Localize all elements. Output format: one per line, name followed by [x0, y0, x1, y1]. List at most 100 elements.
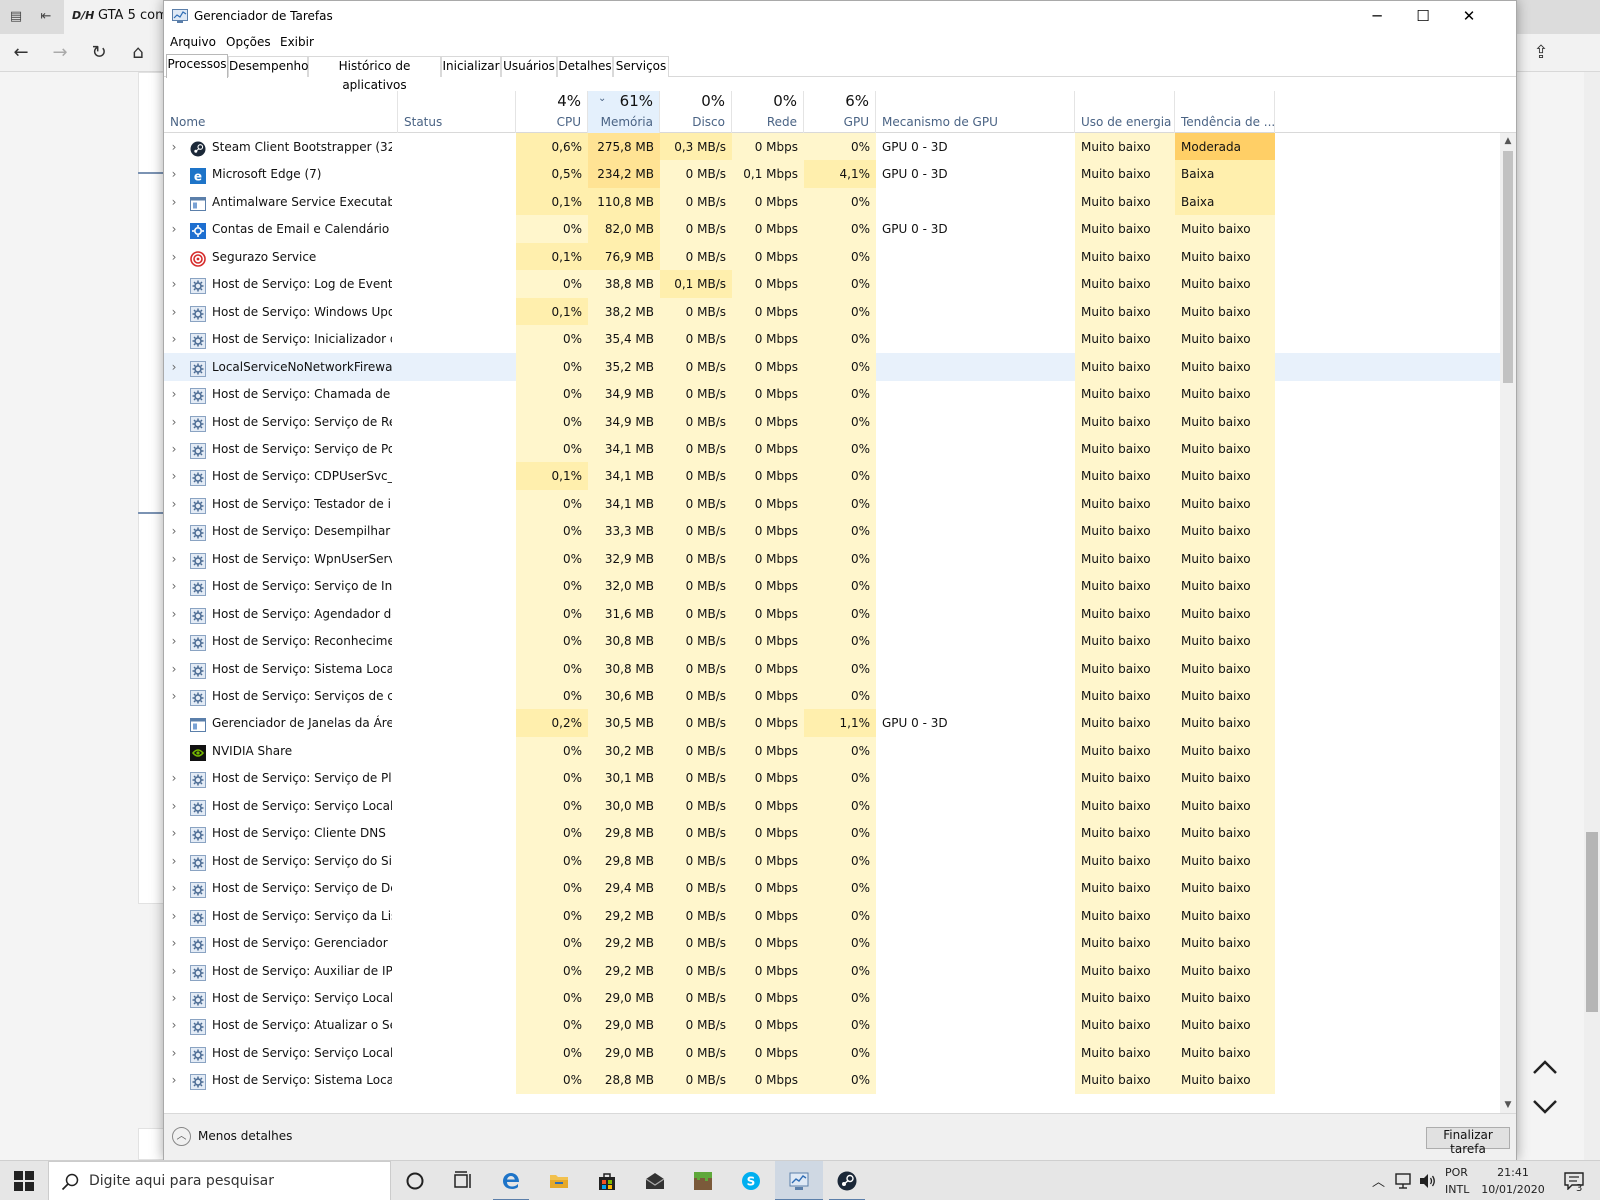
column-status[interactable]: Status — [398, 91, 516, 133]
process-row[interactable]: › Host de Serviço: Serviço Local 0% 29,0 MB… — [164, 983, 1516, 1012]
tab-inicializar[interactable]: Inicializar — [441, 56, 501, 77]
expand-chevron-icon[interactable]: › — [164, 1039, 184, 1067]
process-row[interactable]: › e Microsoft Edge (7) 0,5% 234,2 MB 0 MB/s 0,… — [164, 160, 1516, 189]
taskbar-mail[interactable] — [631, 1161, 679, 1200]
taskbar-file-explorer[interactable] — [535, 1161, 583, 1200]
tab-historico[interactable]: Histórico de aplicativos — [308, 56, 441, 92]
process-row[interactable]: ›Host de Serviço: Inicializador de...0%3… — [164, 325, 1516, 354]
process-row[interactable]: ›Host de Serviço: Chamada de Pr...0%34,9… — [164, 380, 1516, 409]
process-row[interactable]: ›Host de Serviço: Serviço do Sist...0%29… — [164, 846, 1516, 875]
scroll-down-chevron-icon[interactable] — [1530, 1092, 1560, 1122]
menu-opcoes[interactable]: Opções — [226, 35, 271, 49]
taskbar-skype[interactable]: S — [727, 1161, 775, 1200]
back-arrow-icon[interactable]: ← — [8, 40, 34, 66]
process-row[interactable]: ›Host de Serviço: Desempilhar Gr...0%33,… — [164, 517, 1516, 546]
column-gpu[interactable]: 6% GPU — [804, 91, 876, 133]
expand-chevron-icon[interactable]: › — [164, 655, 184, 683]
process-row[interactable]: ›Host de Serviço: Serviço de Rep...0%34,… — [164, 407, 1516, 436]
process-row[interactable]: NVIDIA Share 0% 30,2 MB 0 MB/s 0 Mbps 0% Muito… — [164, 736, 1516, 765]
expand-chevron-icon[interactable]: › — [164, 572, 184, 600]
process-row[interactable]: ›Host de Serviço: Agendador de ...0%31,6… — [164, 599, 1516, 628]
tab-servicos[interactable]: Serviços — [613, 56, 669, 77]
expand-chevron-icon[interactable]: › — [164, 270, 184, 298]
expand-chevron-icon[interactable]: › — [164, 847, 184, 875]
process-row[interactable]: › Host de Serviço: Sistema Local 0% 30,8 MB… — [164, 654, 1516, 683]
column-memory[interactable]: ⌄ 61% Memória — [588, 91, 660, 133]
input-language[interactable]: POR INTL — [1445, 1164, 1479, 1198]
process-row[interactable]: ›Host de Serviço: WpnUserServic...0%32,9… — [164, 544, 1516, 573]
page-scrollbar[interactable] — [1584, 72, 1600, 1160]
process-row[interactable]: ›Host de Serviço: Serviço Local (...0%30… — [164, 791, 1516, 820]
expand-chevron-icon[interactable]: › — [164, 243, 184, 271]
tab-desempenho[interactable]: Desempenho — [228, 56, 309, 77]
process-list-scrollbar[interactable]: ▲ ▼ — [1500, 133, 1516, 1113]
expand-chevron-icon[interactable]: › — [164, 764, 184, 792]
maximize-button[interactable]: ☐ — [1400, 1, 1446, 32]
process-row[interactable]: ›Host de Serviço: Serviço Local (...0%29… — [164, 1038, 1516, 1067]
volume-icon[interactable] — [1418, 1173, 1436, 1189]
scroll-down-icon[interactable]: ▼ — [1500, 1097, 1516, 1113]
clock[interactable]: 21:41 10/01/2020 — [1480, 1164, 1546, 1198]
process-row[interactable]: › Host de Serviço: Auxiliar de IP 0% 29,2 M… — [164, 956, 1516, 985]
expand-chevron-icon[interactable]: › — [164, 298, 184, 326]
process-row[interactable]: › Segurazo Service 0,1% 76,9 MB 0 MB/s 0 Mbps… — [164, 242, 1516, 271]
menu-arquivo[interactable]: Arquivo — [170, 35, 216, 49]
start-button[interactable] — [0, 1161, 48, 1200]
action-center-button[interactable]: 3 — [1550, 1161, 1600, 1200]
process-row[interactable]: ›Host de Serviço: Gerenciador de...0%29,… — [164, 929, 1516, 958]
scroll-up-chevron-icon[interactable] — [1530, 1052, 1560, 1082]
menu-exibir[interactable]: Exibir — [280, 35, 314, 49]
expand-chevron-icon[interactable]: › — [164, 408, 184, 436]
column-name[interactable]: Nome — [164, 91, 398, 133]
taskbar-steam[interactable] — [823, 1161, 871, 1200]
scrollbar-thumb[interactable] — [1503, 151, 1513, 383]
expand-chevron-icon[interactable]: › — [164, 902, 184, 930]
column-gpu-engine[interactable]: Mecanismo de GPU — [876, 91, 1075, 133]
share-icon[interactable]: ⇪ — [1528, 40, 1554, 66]
page-scrollbar-thumb[interactable] — [1586, 832, 1598, 1012]
expand-chevron-icon[interactable]: › — [164, 600, 184, 628]
forward-arrow-icon[interactable]: → — [47, 40, 73, 66]
expand-chevron-icon[interactable]: › — [164, 1066, 184, 1094]
expand-chevron-icon[interactable]: › — [164, 929, 184, 957]
expand-chevron-icon[interactable]: › — [164, 874, 184, 902]
process-row[interactable]: › Host de Serviço: CDPUserSvc_22... 0,1%34… — [164, 462, 1516, 491]
column-network[interactable]: 0% Rede — [732, 91, 804, 133]
column-cpu[interactable]: 4% CPU — [516, 91, 588, 133]
home-icon[interactable]: ⌂ — [125, 40, 151, 66]
process-row[interactable]: › Antimalware Service Executable 0,1% 110,8… — [164, 187, 1516, 216]
end-task-button[interactable]: Finalizar tarefa — [1426, 1127, 1510, 1156]
taskbar-search-box[interactable]: Digite aqui para pesquisar — [48, 1161, 391, 1200]
expand-chevron-icon[interactable]: › — [164, 215, 184, 243]
tab-detalhes[interactable]: Detalhes — [557, 56, 613, 77]
tab-processos[interactable]: Processos — [166, 54, 228, 78]
expand-chevron-icon[interactable]: › — [164, 957, 184, 985]
expand-chevron-icon[interactable]: › — [164, 188, 184, 216]
minimize-button[interactable]: ─ — [1354, 1, 1400, 32]
scroll-up-icon[interactable]: ▲ — [1500, 133, 1516, 149]
column-power-usage[interactable]: Uso de energia — [1075, 91, 1175, 133]
process-row[interactable]: › Steam Client Bootstrapper (32 b... 0,6%2… — [164, 133, 1516, 161]
process-row[interactable]: ›Host de Serviço: Serviço de Polít...0%3… — [164, 434, 1516, 463]
process-row[interactable]: › Host de Serviço: Sistema Local 0% 28,8 MB… — [164, 1066, 1516, 1095]
process-row[interactable]: Gerenciador de Janelas da Área ... 0,2%30… — [164, 709, 1516, 738]
tab-usuarios[interactable]: Usuários — [501, 56, 557, 77]
network-icon[interactable] — [1394, 1173, 1412, 1189]
expand-chevron-icon[interactable]: › — [164, 682, 184, 710]
process-row[interactable]: ›Host de Serviço: Log de Eventos...0%38,… — [164, 270, 1516, 299]
expand-chevron-icon[interactable]: › — [164, 792, 184, 820]
close-button[interactable]: ✕ — [1446, 1, 1492, 32]
process-row[interactable]: ›Host de Serviço: Testador de ins...0%34… — [164, 489, 1516, 518]
expand-chevron-icon[interactable]: › — [164, 462, 184, 490]
taskbar-task-manager[interactable] — [775, 1161, 823, 1200]
process-row[interactable]: › Host de Serviço: Cliente DNS 0% 29,8 MB 0 … — [164, 819, 1516, 848]
title-bar[interactable]: Gerenciador de Tarefas ─ ☐ ✕ — [164, 1, 1516, 32]
browser-tab[interactable]: D/H GTA 5 com — [64, 0, 174, 34]
expand-chevron-icon[interactable]: › — [164, 1011, 184, 1039]
cortana-button[interactable] — [391, 1161, 439, 1200]
process-row[interactable]: ›Host de Serviço: Serviços de cri...0%30… — [164, 682, 1516, 710]
taskbar-store[interactable] — [583, 1161, 631, 1200]
process-row[interactable]: ›Host de Serviço: Serviço da Lista...0%2… — [164, 901, 1516, 930]
expand-chevron-icon[interactable]: › — [164, 984, 184, 1012]
expand-chevron-icon[interactable]: › — [164, 325, 184, 353]
